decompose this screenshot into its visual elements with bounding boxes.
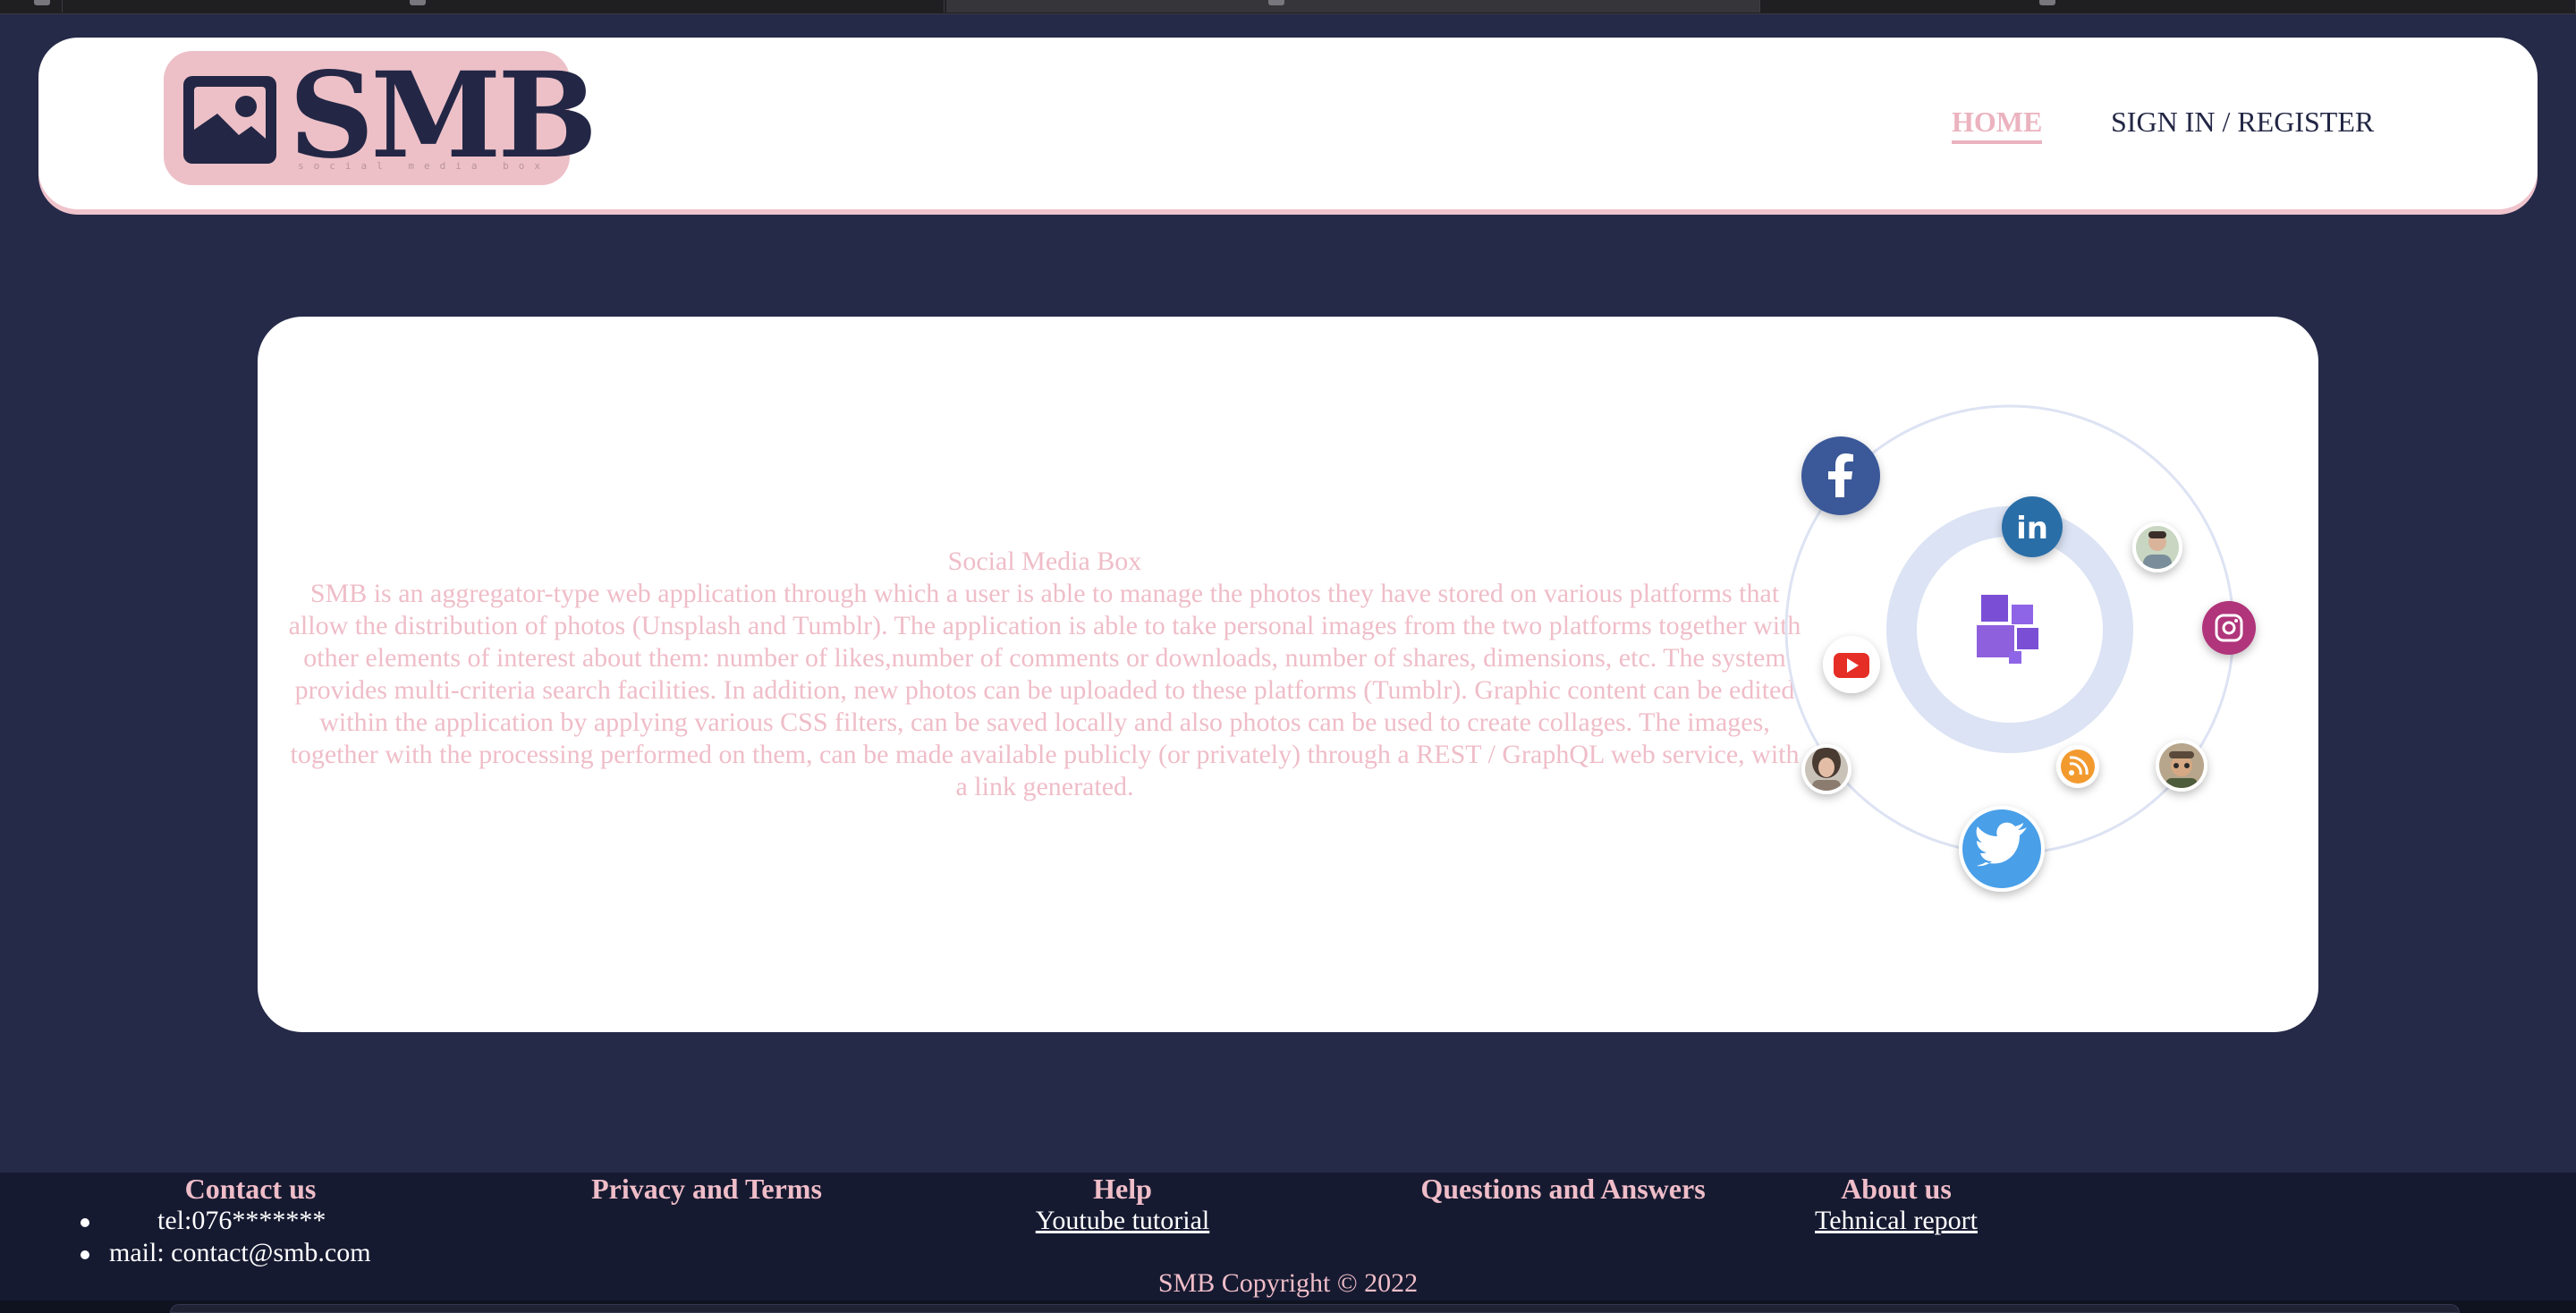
site-logo[interactable]: SMB social media box: [164, 49, 597, 185]
window-bottom-edge: [0, 1300, 2576, 1313]
logo-tagline: social media box: [298, 160, 550, 172]
footer-about-section: About us Tehnical report: [1789, 1173, 2004, 1237]
svg-text:in: in: [2016, 511, 2048, 546]
technical-report-link[interactable]: Tehnical report: [1789, 1205, 2004, 1237]
twitter-icon[interactable]: [1959, 806, 2045, 892]
contact-mail: mail: contact@smb.com: [77, 1237, 371, 1269]
copyright-text: SMB Copyright © 2022: [1157, 1268, 1419, 1298]
site-footer: Contact us tel:076******* mail: contact@…: [0, 1173, 2576, 1313]
contact-list: tel:076******* mail: contact@smb.com: [77, 1205, 371, 1269]
footer-contact-title: Contact us: [184, 1173, 317, 1205]
youtube-tutorial-link[interactable]: Youtube tutorial: [993, 1205, 1252, 1237]
contact-phone: tel:076*******: [77, 1205, 371, 1237]
tab-favicon-icon: [1268, 0, 1284, 5]
footer-help-title: Help: [1093, 1173, 1152, 1205]
footer-qa-section: Questions and Answers: [1404, 1173, 1722, 1205]
footer-privacy-section: Privacy and Terms: [572, 1173, 841, 1205]
browser-tab[interactable]: [127, 0, 945, 13]
intro-text: Social Media Box SMB is an aggregator-ty…: [284, 546, 1805, 803]
linkedin-icon[interactable]: in: [2002, 496, 2063, 557]
browser-tab[interactable]: [1762, 0, 2576, 13]
contact-mail-text: mail: contact@smb.com: [109, 1238, 371, 1267]
footer-help-section: Help Youtube tutorial: [993, 1173, 1252, 1237]
browser-tab[interactable]: [0, 0, 63, 13]
site-header: SMB social media box HOME SIGN IN / REGI…: [38, 38, 2538, 209]
facebook-icon[interactable]: [1801, 436, 1880, 515]
tab-favicon-icon: [34, 0, 50, 5]
social-network-diagram: in: [1784, 404, 2256, 892]
intro-card: Social Media Box SMB is an aggregator-ty…: [258, 317, 2318, 1032]
footer-contact-section: Contact us: [161, 1173, 340, 1205]
intro-title: Social Media Box: [947, 546, 1142, 576]
instagram-icon[interactable]: [2202, 601, 2256, 655]
intro-description: SMB is an aggregator-type web applicatio…: [288, 579, 1801, 801]
youtube-icon[interactable]: [1823, 636, 1880, 693]
rss-icon[interactable]: [2056, 745, 2099, 788]
avatar-1: [2132, 522, 2182, 572]
tab-favicon-icon: [410, 0, 426, 5]
footer-privacy-title[interactable]: Privacy and Terms: [572, 1173, 841, 1205]
footer-about-title: About us: [1841, 1173, 1952, 1205]
browser-tab-active[interactable]: [946, 0, 1760, 13]
footer-qa-title[interactable]: Questions and Answers: [1404, 1173, 1722, 1205]
nav-home-link[interactable]: HOME: [1952, 106, 2043, 144]
avatar-3: [2156, 740, 2207, 792]
browser-tab-strip: [0, 0, 2576, 14]
avatar-2: [1801, 744, 1852, 794]
contact-phone-text: tel:076*******: [157, 1206, 326, 1235]
image-icon: [183, 76, 276, 164]
tab-favicon-icon: [2039, 0, 2055, 5]
nav-signin-register-link[interactable]: SIGN IN / REGISTER: [2111, 106, 2374, 139]
